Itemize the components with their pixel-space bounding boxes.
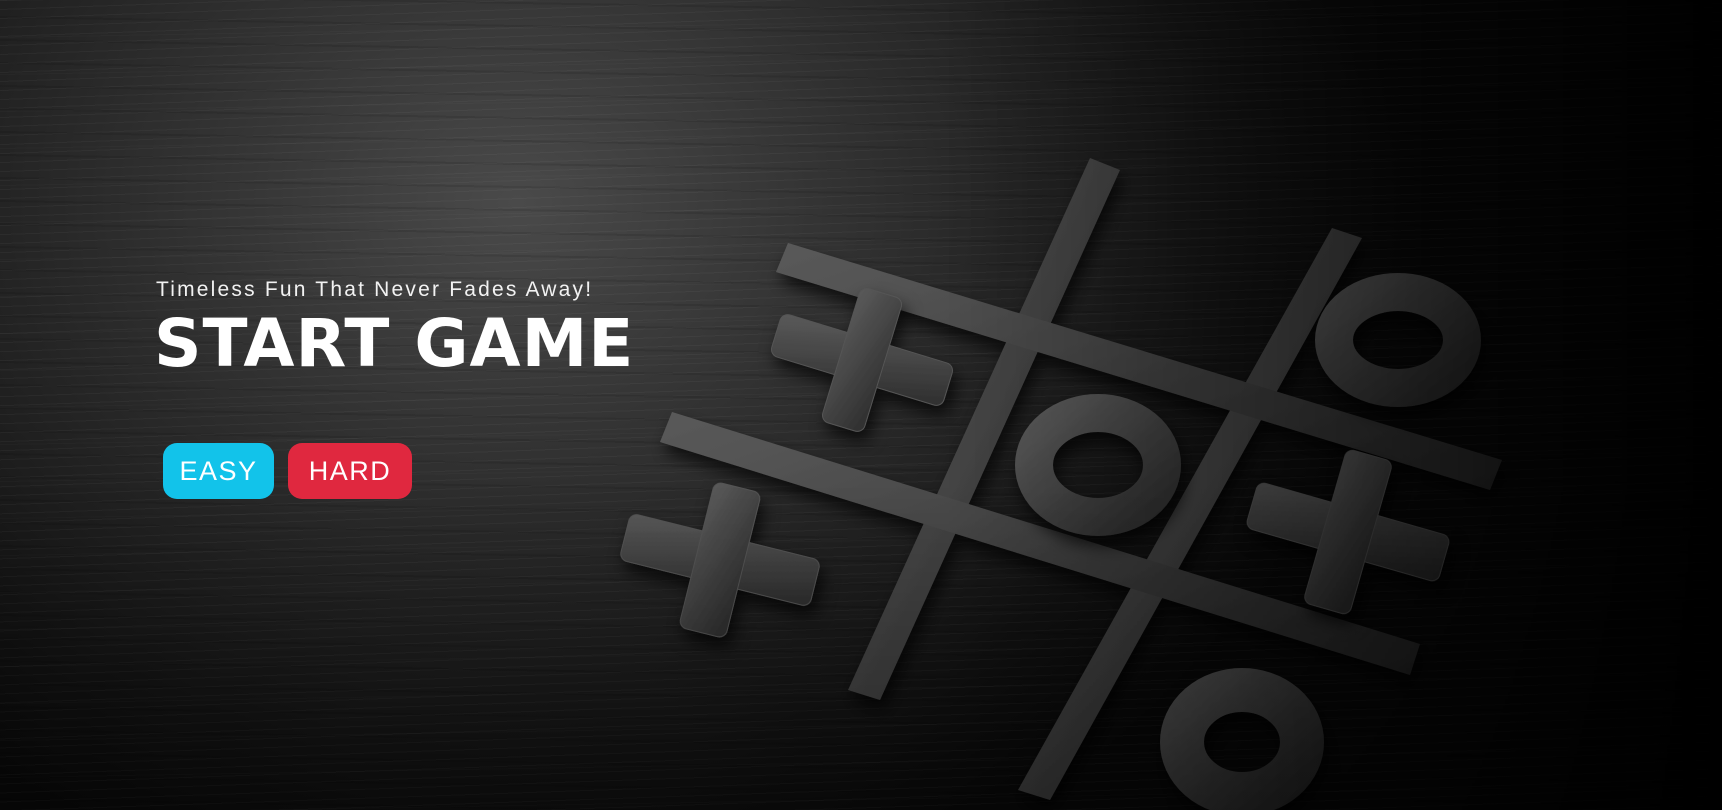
o-piece-center [1015, 394, 1181, 536]
difficulty-buttons: EASY HARD [163, 443, 412, 499]
hero: Timeless Fun That Never Fades Away! STAR… [154, 278, 716, 382]
start-screen: Timeless Fun That Never Fades Away! STAR… [0, 0, 1722, 810]
page-title: START GAME [154, 305, 635, 382]
x-piece-left [620, 482, 820, 638]
tagline: Timeless Fun That Never Fades Away! [156, 278, 594, 301]
tic-tac-toe-board-icon [620, 158, 1502, 810]
o-piece-top-right [1315, 273, 1481, 407]
hard-button[interactable]: HARD [288, 443, 412, 499]
o-piece-bottom [1160, 668, 1324, 810]
easy-button[interactable]: EASY [163, 443, 274, 499]
